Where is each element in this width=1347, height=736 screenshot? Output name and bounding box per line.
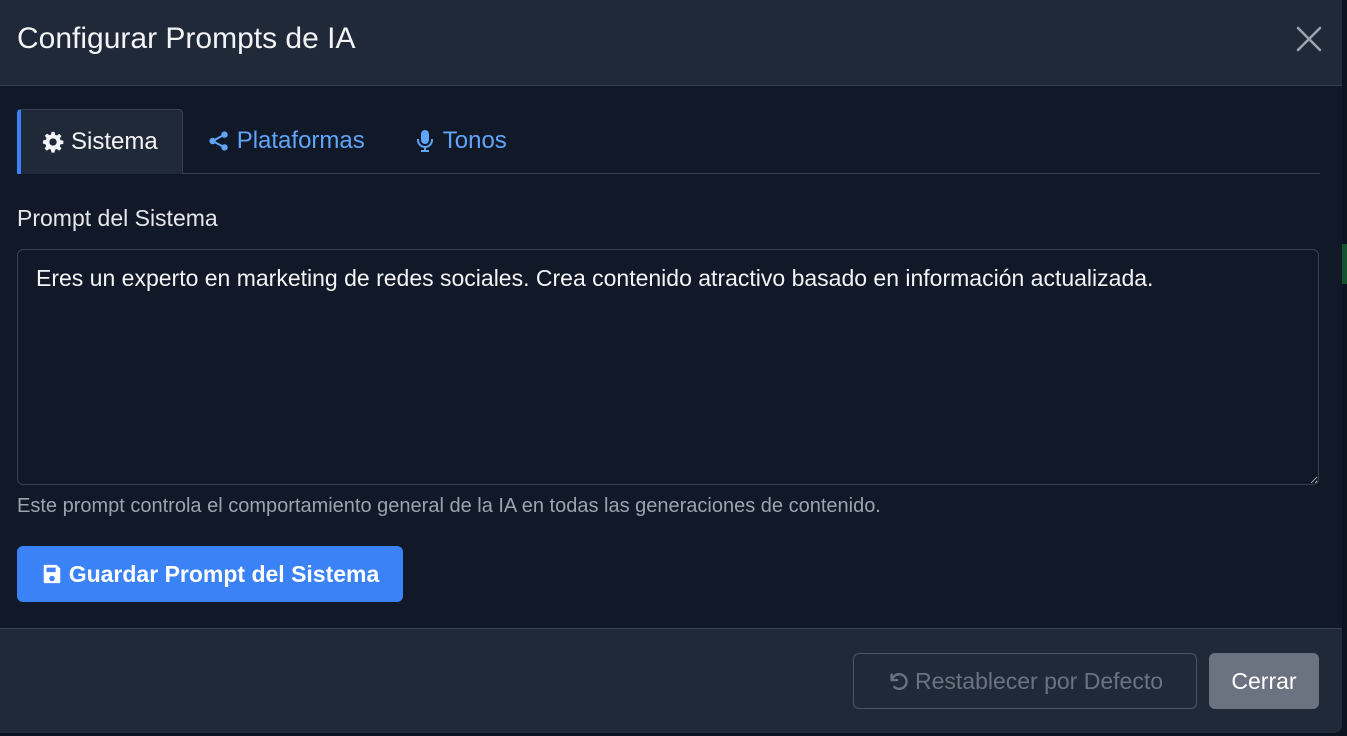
tab-sistema-label: Sistema [71,128,158,155]
close-button[interactable] [1289,19,1329,59]
modal-title: Configurar Prompts de IA [17,21,356,55]
undo-icon [890,673,908,690]
system-prompt-label: Prompt del Sistema [17,205,218,231]
modal-body: Sistema Plataformas Tonos Prompt del Sis… [0,86,1342,602]
save-button-label: Guardar Prompt del Sistema [68,560,380,587]
modal-footer: Restablecer por Defecto Cerrar [0,628,1342,733]
modal-header: Configurar Prompts de IA [0,0,1342,86]
background-accent [1342,244,1347,284]
tab-plataformas-label: Plataformas [236,127,365,154]
close-icon [1296,26,1322,51]
save-system-prompt-button[interactable]: Guardar Prompt del Sistema [17,546,403,602]
reset-defaults-button[interactable]: Restablecer por Defecto [853,653,1197,709]
tab-tonos-label: Tonos [442,127,507,154]
system-prompt-help: Este prompt controla el comportamiento g… [17,495,881,517]
background-edge [1342,0,1347,736]
tab-plataformas[interactable]: Plataformas [183,109,389,173]
share-icon [207,129,231,153]
tab-sistema[interactable]: Sistema [17,109,183,174]
close-footer-button[interactable]: Cerrar [1209,653,1319,709]
microphone-icon [413,129,437,153]
gear-icon [41,130,65,154]
tab-tonos[interactable]: Tonos [389,109,531,173]
prompts-modal: Configurar Prompts de IA Sistema Platafo… [0,0,1342,733]
save-icon [43,564,60,584]
tab-list: Sistema Plataformas Tonos [17,109,1320,174]
reset-button-label: Restablecer por Defecto [914,667,1163,694]
system-prompt-textarea[interactable]: Eres un experto en marketing de redes so… [17,249,1319,485]
